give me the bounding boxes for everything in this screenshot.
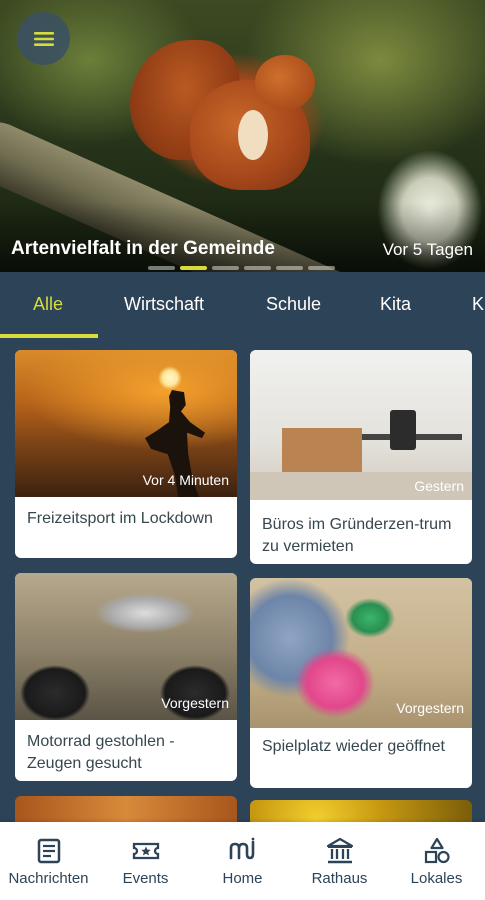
shapes-icon [424, 837, 450, 864]
carousel-dot[interactable] [244, 266, 271, 270]
menu-button[interactable] [17, 12, 70, 65]
hero-timestamp: Vor 5 Tagen [382, 240, 473, 259]
card-timestamp: Vorgestern [396, 700, 464, 716]
hero-image-squirrel-head [255, 55, 315, 110]
nav-label: Events [122, 870, 169, 887]
nav-label: Lokales [410, 870, 463, 887]
nav-label: Rathaus [311, 870, 368, 887]
carousel-dot[interactable] [308, 266, 335, 270]
news-icon [37, 838, 60, 864]
nav-rathaus[interactable]: Rathaus [291, 822, 388, 900]
news-card[interactable]: Gestern Büros im Gründerzen-trum zu verm… [250, 350, 472, 564]
carousel-dot[interactable] [212, 266, 239, 270]
carousel-dot-active[interactable] [180, 266, 207, 270]
carousel-dot[interactable] [276, 266, 303, 270]
nav-label: Nachrichten [8, 870, 89, 887]
hero-image-squirrel-belly [238, 110, 268, 160]
carousel-indicator [148, 266, 335, 270]
ticket-star-icon [132, 842, 159, 860]
tab-partial[interactable]: K [472, 294, 484, 315]
tab-alle[interactable]: Alle [33, 294, 63, 315]
nav-events[interactable]: Events [97, 822, 194, 900]
news-card[interactable]: Vorgestern Spielplatz wieder geöffnet [250, 578, 472, 788]
hamburger-icon [33, 31, 54, 46]
office-chair [390, 410, 416, 450]
card-title: Büros im Gründerzen-trum zu vermieten [262, 516, 452, 555]
card-timestamp: Vorgestern [161, 695, 229, 711]
bottom-navigation: Nachrichten Events Home Rathaus Lokales [0, 822, 485, 900]
hero-banner[interactable]: Artenvielfalt in der Gemeinde Vor 5 Tage… [0, 0, 485, 272]
news-card[interactable]: Vor 4 Minuten Freizeitsport im Lockdown [15, 350, 237, 558]
tab-wirtschaft[interactable]: Wirtschaft [124, 294, 204, 315]
active-tab-indicator [0, 334, 98, 338]
hero-title: Artenvielfalt in der Gemeinde [11, 238, 275, 259]
hero-gradient-overlay [0, 202, 485, 272]
category-tabs: Alle Wirtschaft Schule Kita K [0, 272, 485, 338]
card-timestamp: Vor 4 Minuten [142, 472, 229, 488]
office-cabinet [282, 428, 362, 472]
carousel-dot[interactable] [148, 266, 175, 270]
nav-label: Home [222, 870, 263, 887]
nav-lokales[interactable]: Lokales [388, 822, 485, 900]
news-card[interactable]: Vorgestern Motorrad gestohlen - Zeugen g… [15, 573, 237, 781]
nav-home[interactable]: Home [194, 822, 291, 900]
tab-schule[interactable]: Schule [266, 294, 321, 315]
card-title: Spielplatz wieder geöffnet [262, 738, 445, 755]
card-title: Motorrad gestohlen - Zeugen gesucht [27, 733, 175, 772]
town-hall-icon [326, 837, 353, 864]
nav-nachrichten[interactable]: Nachrichten [0, 822, 97, 900]
tab-kita[interactable]: Kita [380, 294, 411, 315]
home-logo-icon [229, 837, 254, 860]
card-title: Freizeitsport im Lockdown [27, 510, 213, 527]
card-timestamp: Gestern [414, 478, 464, 494]
